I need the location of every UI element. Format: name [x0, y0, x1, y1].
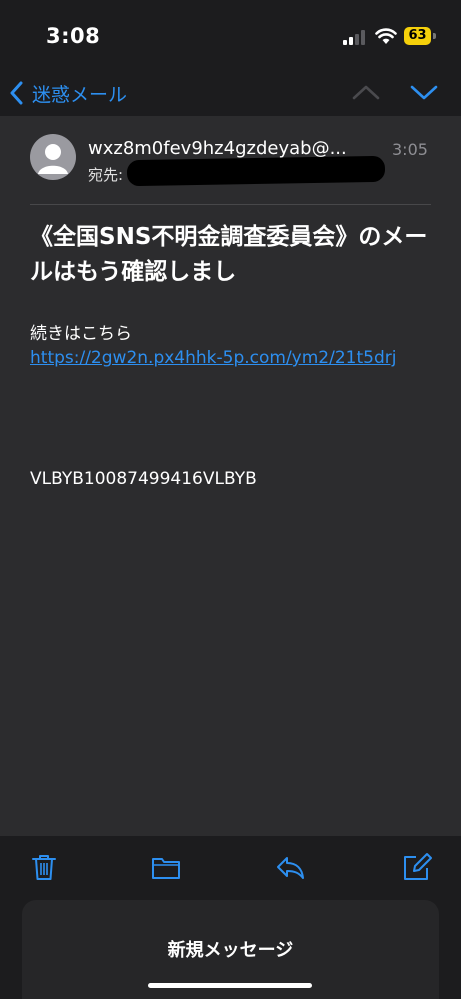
battery-level: 63 — [404, 27, 431, 45]
chevron-left-icon — [10, 81, 23, 105]
avatar-icon[interactable] — [30, 134, 76, 180]
message-view: wxz8m0fev9hz4gzdeyab@... 3:05 宛先: 《全国SNS… — [0, 116, 461, 836]
reply-icon[interactable] — [275, 852, 305, 882]
battery-tip — [433, 33, 436, 39]
trash-icon[interactable] — [29, 852, 59, 882]
chevron-up-icon[interactable] — [352, 78, 380, 106]
signal-icon — [343, 30, 365, 45]
draft-sheet-title[interactable]: 新規メッセージ — [0, 936, 461, 962]
bottom-toolbar — [0, 836, 461, 896]
battery-icon: 63 — [404, 27, 437, 45]
back-button[interactable]: 迷惑メール — [10, 78, 127, 108]
home-indicator[interactable] — [148, 983, 312, 988]
status-time: 3:08 — [46, 24, 101, 48]
folder-icon[interactable] — [151, 852, 181, 882]
header-divider — [30, 204, 431, 205]
recipient-label: 宛先: — [88, 166, 124, 184]
redacted-recipient — [126, 155, 386, 187]
chevron-down-icon[interactable] — [410, 78, 438, 106]
back-label: 迷惑メール — [32, 83, 128, 106]
message-body-text: 続きはこちら — [30, 324, 132, 344]
message-subject: 《全国SNS不明金調査委員会》のメールはもう確認しまし — [30, 224, 428, 285]
status-bar: 3:08 63 — [0, 0, 461, 70]
wifi-icon — [375, 28, 397, 44]
compose-icon[interactable] — [402, 852, 432, 882]
message-code: VLBYB10087499416VLBYB — [30, 469, 257, 489]
navigation-bar: 迷惑メール — [0, 70, 461, 116]
received-time: 3:05 — [392, 140, 428, 159]
message-link[interactable]: https://2gw2n.px4hhk-5p.com/ym2/21t5drj — [30, 348, 396, 368]
